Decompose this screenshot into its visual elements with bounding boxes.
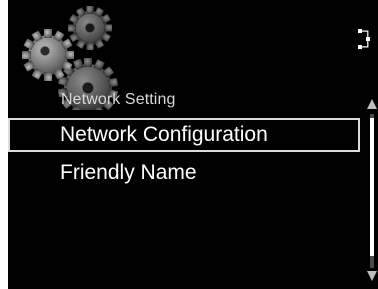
scroll-down-icon[interactable] [366, 270, 378, 282]
network-icon [358, 29, 370, 49]
scroll-up-icon[interactable] [366, 98, 378, 110]
menu-item-label: Network Configuration [60, 123, 268, 146]
menu-item-label: Friendly Name [60, 161, 197, 184]
scrollbar[interactable] [366, 98, 378, 284]
device-screen: Network Setting Network Configuration Fr… [8, 0, 378, 289]
section-title: Network Setting [61, 91, 176, 108]
scroll-track[interactable] [370, 114, 374, 268]
scroll-thumb[interactable] [370, 118, 374, 256]
menu-item-friendly-name[interactable]: Friendly Name [8, 156, 360, 190]
menu-item-network-configuration[interactable]: Network Configuration [8, 118, 360, 152]
